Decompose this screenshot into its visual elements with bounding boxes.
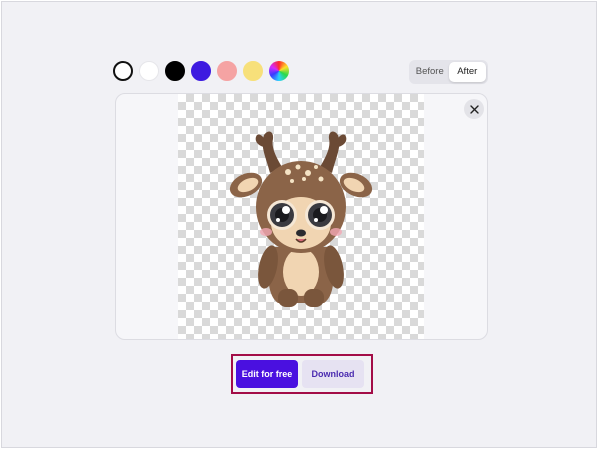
- swatch-yellow[interactable]: [243, 61, 263, 81]
- close-icon: [469, 104, 479, 114]
- before-after-toggle: Before After: [409, 60, 488, 84]
- edit-for-free-button[interactable]: Edit for free: [236, 360, 298, 388]
- download-button[interactable]: Download: [302, 360, 364, 388]
- swatch-black[interactable]: [165, 61, 185, 81]
- swatch-blue[interactable]: [191, 61, 211, 81]
- editor-panel: Before After Edit for free Download: [1, 1, 597, 448]
- image-preview-card: [115, 93, 488, 340]
- deer-image: [229, 131, 373, 307]
- swatch-pink[interactable]: [217, 61, 237, 81]
- toggle-after[interactable]: After: [448, 62, 486, 82]
- swatch-white-selected[interactable]: [113, 61, 133, 81]
- toggle-before[interactable]: Before: [411, 62, 449, 82]
- close-button[interactable]: [464, 99, 484, 119]
- background-color-swatches: [113, 61, 295, 81]
- color-wheel-icon[interactable]: [269, 61, 289, 81]
- swatch-white[interactable]: [139, 61, 159, 81]
- actions-highlight-box: Edit for free Download: [231, 354, 373, 394]
